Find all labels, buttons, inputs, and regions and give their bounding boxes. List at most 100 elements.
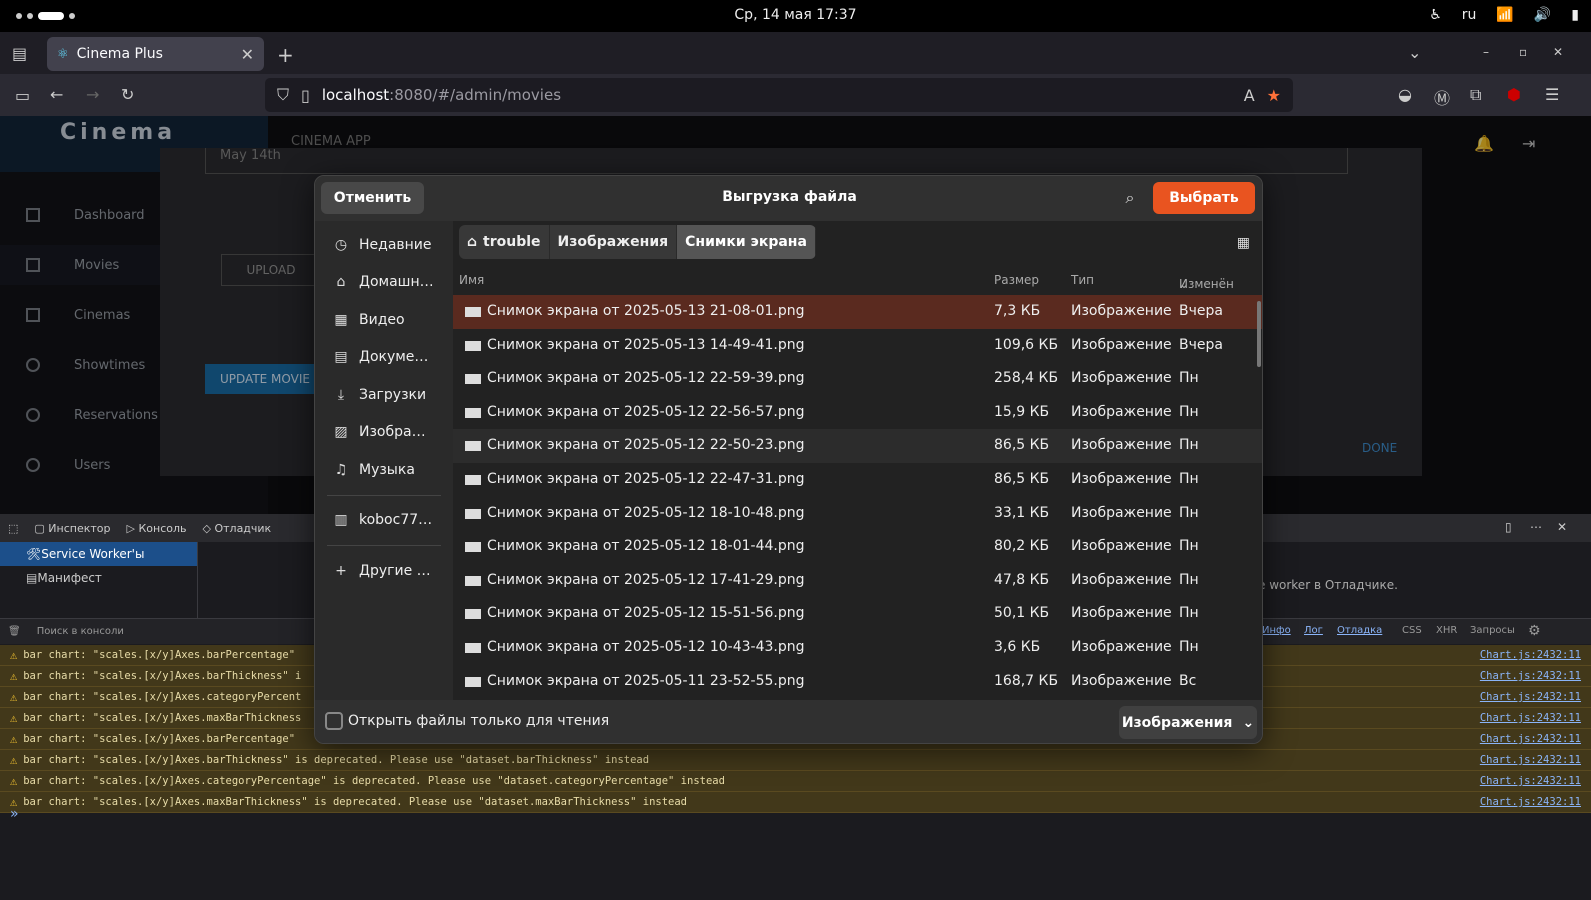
console-prompt-icon[interactable]: » xyxy=(10,806,19,822)
keyboard-layout[interactable]: ru xyxy=(1462,7,1477,23)
source-link[interactable]: Chart.js:2432:11 xyxy=(1480,796,1581,808)
column-size[interactable]: Размер xyxy=(994,273,1039,287)
image-thumbnail-icon xyxy=(465,676,481,687)
pocket-icon[interactable]: ◒ xyxy=(1398,85,1412,104)
more-icon[interactable]: ⋯ xyxy=(1530,520,1542,534)
file-size: 50,1 КБ xyxy=(994,605,1050,622)
menu-icon[interactable]: ☰ xyxy=(1545,85,1559,104)
forward-icon[interactable]: → xyxy=(86,85,99,104)
column-type[interactable]: Тип xyxy=(1071,273,1094,287)
file-size: 86,5 КБ xyxy=(994,471,1050,487)
source-link[interactable]: Chart.js:2432:11 xyxy=(1480,670,1581,682)
manifest-item[interactable]: ▤ Манифест xyxy=(0,566,197,590)
warning-text: bar chart: "scales.[x/y]Axes.maxBarThick… xyxy=(23,796,687,808)
table-row[interactable]: Снимок экрана от 2025-05-12 17-41-29.png… xyxy=(453,564,1262,598)
crumb-screenshots[interactable]: Снимки экрана xyxy=(677,225,816,259)
source-link[interactable]: Chart.js:2432:11 xyxy=(1480,754,1581,766)
place-recent[interactable]: ◷ Недавние xyxy=(315,226,453,264)
translate-icon[interactable]: A xyxy=(1244,86,1255,105)
place-downloads[interactable]: ⤓ Загрузки xyxy=(315,376,453,414)
close-tab-icon[interactable]: ✕ xyxy=(241,45,254,64)
page-icon: ▯ xyxy=(301,85,310,105)
filter-debug[interactable]: Отладка xyxy=(1337,625,1382,636)
battery-icon[interactable]: ▮ xyxy=(1571,7,1579,23)
shield-icon[interactable]: ⛉ xyxy=(277,85,289,105)
column-name[interactable]: Имя xyxy=(459,273,484,287)
table-row[interactable]: Снимок экрана от 2025-05-12 22-50-23.png… xyxy=(453,429,1262,463)
grid-view-icon[interactable]: ▦ xyxy=(1237,235,1250,251)
source-link[interactable]: Chart.js:2432:11 xyxy=(1480,649,1581,661)
place-pictures[interactable]: ▨ Изобра… xyxy=(315,414,453,452)
filter-requests[interactable]: Запросы xyxy=(1470,625,1515,636)
source-link[interactable]: Chart.js:2432:11 xyxy=(1480,691,1581,703)
scrollbar[interactable] xyxy=(1257,301,1261,367)
console-warning: ⚠ bar chart: "scales.[x/y]Axes.maxBarThic… xyxy=(0,792,1591,813)
place-videos[interactable]: ▦ Видео xyxy=(315,301,453,339)
source-link[interactable]: Chart.js:2432:11 xyxy=(1480,712,1581,724)
filter-log[interactable]: Лог xyxy=(1304,625,1323,636)
settings-gear-icon[interactable]: ⚙ xyxy=(1528,623,1541,639)
close-devtools-icon[interactable]: ✕ xyxy=(1557,520,1567,534)
place-label: Недавние xyxy=(359,236,432,253)
place-label: Изобра… xyxy=(359,424,426,441)
url-bar[interactable]: ⛉ ▯ localhost:8080/#/admin/movies A ★ xyxy=(265,78,1293,112)
place-music[interactable]: ♫ Музыка xyxy=(315,451,453,489)
search-icon[interactable]: ⌕ xyxy=(1118,186,1142,210)
table-row[interactable]: Снимок экрана от 2025-05-12 22-56-57.png… xyxy=(453,396,1262,430)
select-button[interactable]: Выбрать xyxy=(1153,182,1255,214)
source-link[interactable]: Chart.js:2432:11 xyxy=(1480,733,1581,745)
source-link[interactable]: Chart.js:2432:11 xyxy=(1480,775,1581,787)
console-search[interactable]: Поиск в консоли xyxy=(37,626,124,637)
readonly-checkbox[interactable] xyxy=(325,712,343,730)
table-row[interactable]: Снимок экрана от 2025-05-12 22-47-31.png… xyxy=(453,463,1262,497)
table-row[interactable]: Снимок экрана от 2025-05-11 23-52-55.png… xyxy=(453,665,1262,699)
minimize-icon[interactable]: – xyxy=(1483,45,1489,59)
table-row[interactable]: Снимок экрана от 2025-05-13 21-08-01.png… xyxy=(453,295,1262,329)
table-row[interactable]: Снимок экрана от 2025-05-12 18-01-44.png… xyxy=(453,530,1262,564)
service-workers-item[interactable]: 🛠 Service Worker'ы xyxy=(0,542,197,566)
maximize-icon[interactable]: ▫ xyxy=(1519,45,1527,59)
new-tab-icon[interactable]: + xyxy=(277,43,294,67)
sidebar-toggle-icon[interactable]: ▭ xyxy=(15,86,30,105)
pick-element-icon[interactable]: ⬚ xyxy=(8,522,18,535)
dock-icon[interactable]: ▯ xyxy=(1505,520,1512,534)
filter-xhr[interactable]: XHR xyxy=(1436,625,1457,636)
account-icon[interactable]: Ⓜ xyxy=(1434,85,1450,109)
bookmark-star-icon[interactable]: ★ xyxy=(1267,86,1281,105)
file-modified: Пн xyxy=(1179,538,1199,555)
filter-css[interactable]: CSS xyxy=(1402,625,1422,636)
volume-icon[interactable]: 🔊 xyxy=(1534,7,1551,23)
back-icon[interactable]: ← xyxy=(50,85,63,104)
devtools-tab-console[interactable]: ▷ Консоль xyxy=(127,522,187,535)
place-other-locations[interactable]: + Другие … xyxy=(315,552,453,590)
place-documents[interactable]: ▤ Докуме… xyxy=(315,339,453,377)
file-size: 80,2 КБ xyxy=(994,538,1050,555)
accessibility-icon[interactable]: ♿ xyxy=(1429,7,1442,23)
system-clock[interactable]: Ср, 14 мая 17:37 xyxy=(0,7,1591,23)
table-row[interactable]: Снимок экрана от 2025-05-12 22-59-39.png… xyxy=(453,362,1262,396)
crumb-home[interactable]: ⌂ trouble xyxy=(459,225,550,259)
table-row[interactable]: Снимок экрана от 2025-05-12 15-51-56.png… xyxy=(453,597,1262,631)
wifi-icon[interactable]: 📶 xyxy=(1496,7,1513,23)
trash-icon[interactable]: 🗑 xyxy=(8,626,21,637)
table-row[interactable]: Снимок экрана от 2025-05-12 10-43-43.png… xyxy=(453,631,1262,665)
tab-cinema-plus[interactable]: ⚛ Cinema Plus ✕ xyxy=(47,37,264,71)
devtools-tab-inspector[interactable]: ▢ Инспектор xyxy=(34,522,110,535)
reload-icon[interactable]: ↻ xyxy=(121,85,134,104)
chevron-down-icon: ⌄ xyxy=(1242,714,1255,731)
drive-icon: ▥ xyxy=(334,512,348,529)
place-drive[interactable]: ▥ koboc77… xyxy=(315,502,453,540)
extensions-icon[interactable]: ⧉ xyxy=(1470,85,1481,105)
crumb-pictures[interactable]: Изображения xyxy=(549,225,678,259)
table-row[interactable]: Снимок экрана от 2025-05-13 14-49-41.png… xyxy=(453,329,1262,363)
close-window-icon[interactable]: ✕ xyxy=(1553,45,1563,59)
ublock-icon[interactable]: ⬢ xyxy=(1507,85,1521,104)
tab-overview-icon[interactable]: ▤ xyxy=(12,44,27,63)
devtools-tab-debugger[interactable]: ◇ Отладчик xyxy=(203,522,272,535)
warning-icon: ⚠ xyxy=(10,732,18,746)
filter-info[interactable]: Инфо xyxy=(1262,625,1291,636)
list-tabs-chevron-icon[interactable]: ⌄ xyxy=(1408,43,1421,62)
place-home[interactable]: ⌂ Домашн… xyxy=(315,264,453,302)
table-row[interactable]: Снимок экрана от 2025-05-12 18-10-48.png… xyxy=(453,497,1262,531)
file-type-filter[interactable]: Изображения ⌄ xyxy=(1119,706,1257,739)
